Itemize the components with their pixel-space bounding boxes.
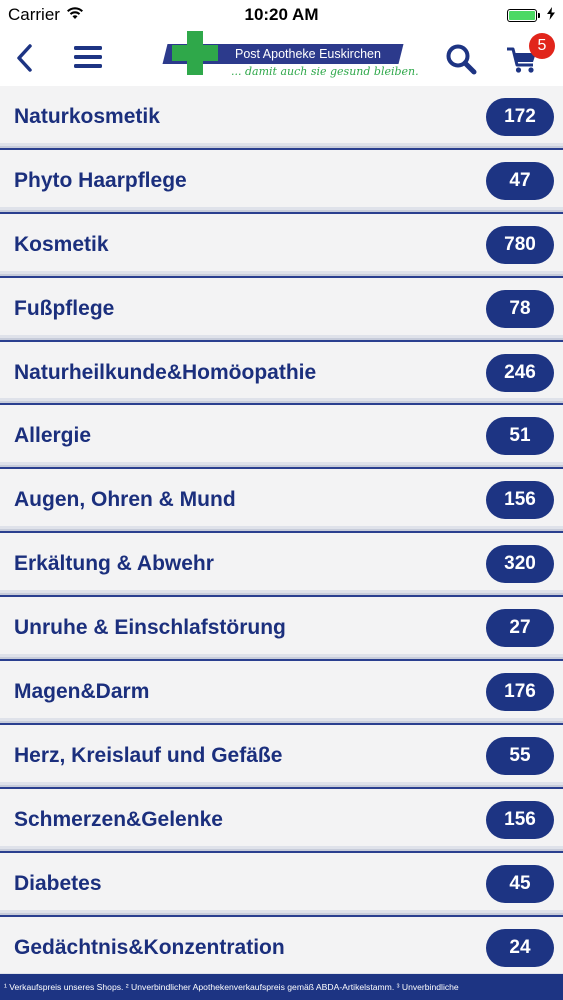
pharmacy-logo[interactable]: Post Apotheke Euskirchen ... damit auch …	[157, 30, 419, 86]
category-row[interactable]: Fußpflege 78	[0, 277, 563, 342]
category-label: Diabetes	[14, 871, 102, 895]
battery-icon	[507, 8, 540, 22]
category-row[interactable]: Naturheilkunde&Homöopathie 246	[0, 341, 563, 406]
cross-icon-bar	[172, 45, 218, 61]
category-count-badge: 24	[486, 928, 554, 967]
category-count-badge: 47	[486, 161, 554, 200]
category-count-badge: 780	[486, 225, 554, 264]
category-row[interactable]: Naturkosmetik 172	[0, 86, 563, 150]
category-label: Naturheilkunde&Homöopathie	[14, 360, 317, 384]
category-label: Schmerzen&Gelenke	[14, 807, 223, 831]
logo-slogan: ... damit auch sie gesund bleiben.	[231, 65, 419, 78]
category-count-badge: 246	[486, 353, 554, 392]
category-row[interactable]: Allergie 51	[0, 405, 563, 470]
category-count-badge: 45	[486, 864, 554, 903]
menu-button[interactable]	[74, 44, 102, 70]
category-count-badge: 172	[486, 97, 554, 136]
category-count-badge: 51	[486, 417, 554, 456]
cart-count-badge: 5	[529, 33, 555, 59]
category-label: Fußpflege	[14, 296, 115, 320]
category-row[interactable]: Gedächtnis&Konzentration 24	[0, 916, 563, 981]
category-list: Naturkosmetik 172 Phyto Haarpflege 47 Kosmet…	[0, 86, 563, 981]
category-row[interactable]: Magen&Darm 176	[0, 661, 563, 725]
price-footnote: ¹ Verkaufspreis unseres Shops. ² Unverbi…	[0, 974, 563, 1000]
category-label: Magen&Darm	[14, 679, 150, 703]
category-label: Gedächtnis&Konzentration	[14, 935, 285, 959]
category-label: Unruhe & Einschlafstörung	[14, 616, 286, 640]
category-row[interactable]: Erkältung & Abwehr 320	[0, 533, 563, 598]
clock: 10:20 AM	[244, 5, 319, 24]
category-label: Herz, Kreislauf und Gefäße	[14, 743, 283, 767]
search-icon	[446, 44, 477, 75]
category-count-badge: 55	[486, 736, 554, 775]
category-label: Kosmetik	[14, 232, 109, 256]
category-label: Erkältung & Abwehr	[14, 552, 214, 576]
back-button[interactable]	[12, 42, 38, 74]
search-button[interactable]	[444, 42, 478, 76]
chevron-left-icon	[17, 44, 32, 72]
category-row[interactable]: Unruhe & Einschlafstörung 27	[0, 597, 563, 662]
category-label: Augen, Ohren & Mund	[14, 488, 236, 512]
category-count-badge: 320	[486, 545, 554, 584]
category-row[interactable]: Phyto Haarpflege 47	[0, 149, 563, 214]
category-row[interactable]: Schmerzen&Gelenke 156	[0, 788, 563, 853]
category-row[interactable]: Augen, Ohren & Mund 156	[0, 469, 563, 534]
category-row[interactable]: Kosmetik 780	[0, 213, 563, 278]
logo-title: Post Apotheke Euskirchen	[235, 47, 381, 61]
category-count-badge: 176	[486, 672, 554, 711]
category-count-badge: 156	[486, 481, 554, 520]
nav-header: Post Apotheke Euskirchen ... damit auch …	[0, 30, 563, 87]
category-count-badge: 78	[486, 289, 554, 328]
category-label: Allergie	[14, 424, 92, 448]
hamburger-menu-icon	[74, 46, 102, 68]
category-count-badge: 27	[486, 609, 554, 648]
category-row[interactable]: Herz, Kreislauf und Gefäße 55	[0, 724, 563, 789]
status-bar: Carrier 10:20 AM	[0, 0, 563, 30]
category-label: Naturkosmetik	[14, 104, 160, 128]
category-label: Phyto Haarpflege	[14, 168, 187, 192]
category-row[interactable]: Diabetes 45	[0, 852, 563, 917]
category-count-badge: 156	[486, 800, 554, 839]
